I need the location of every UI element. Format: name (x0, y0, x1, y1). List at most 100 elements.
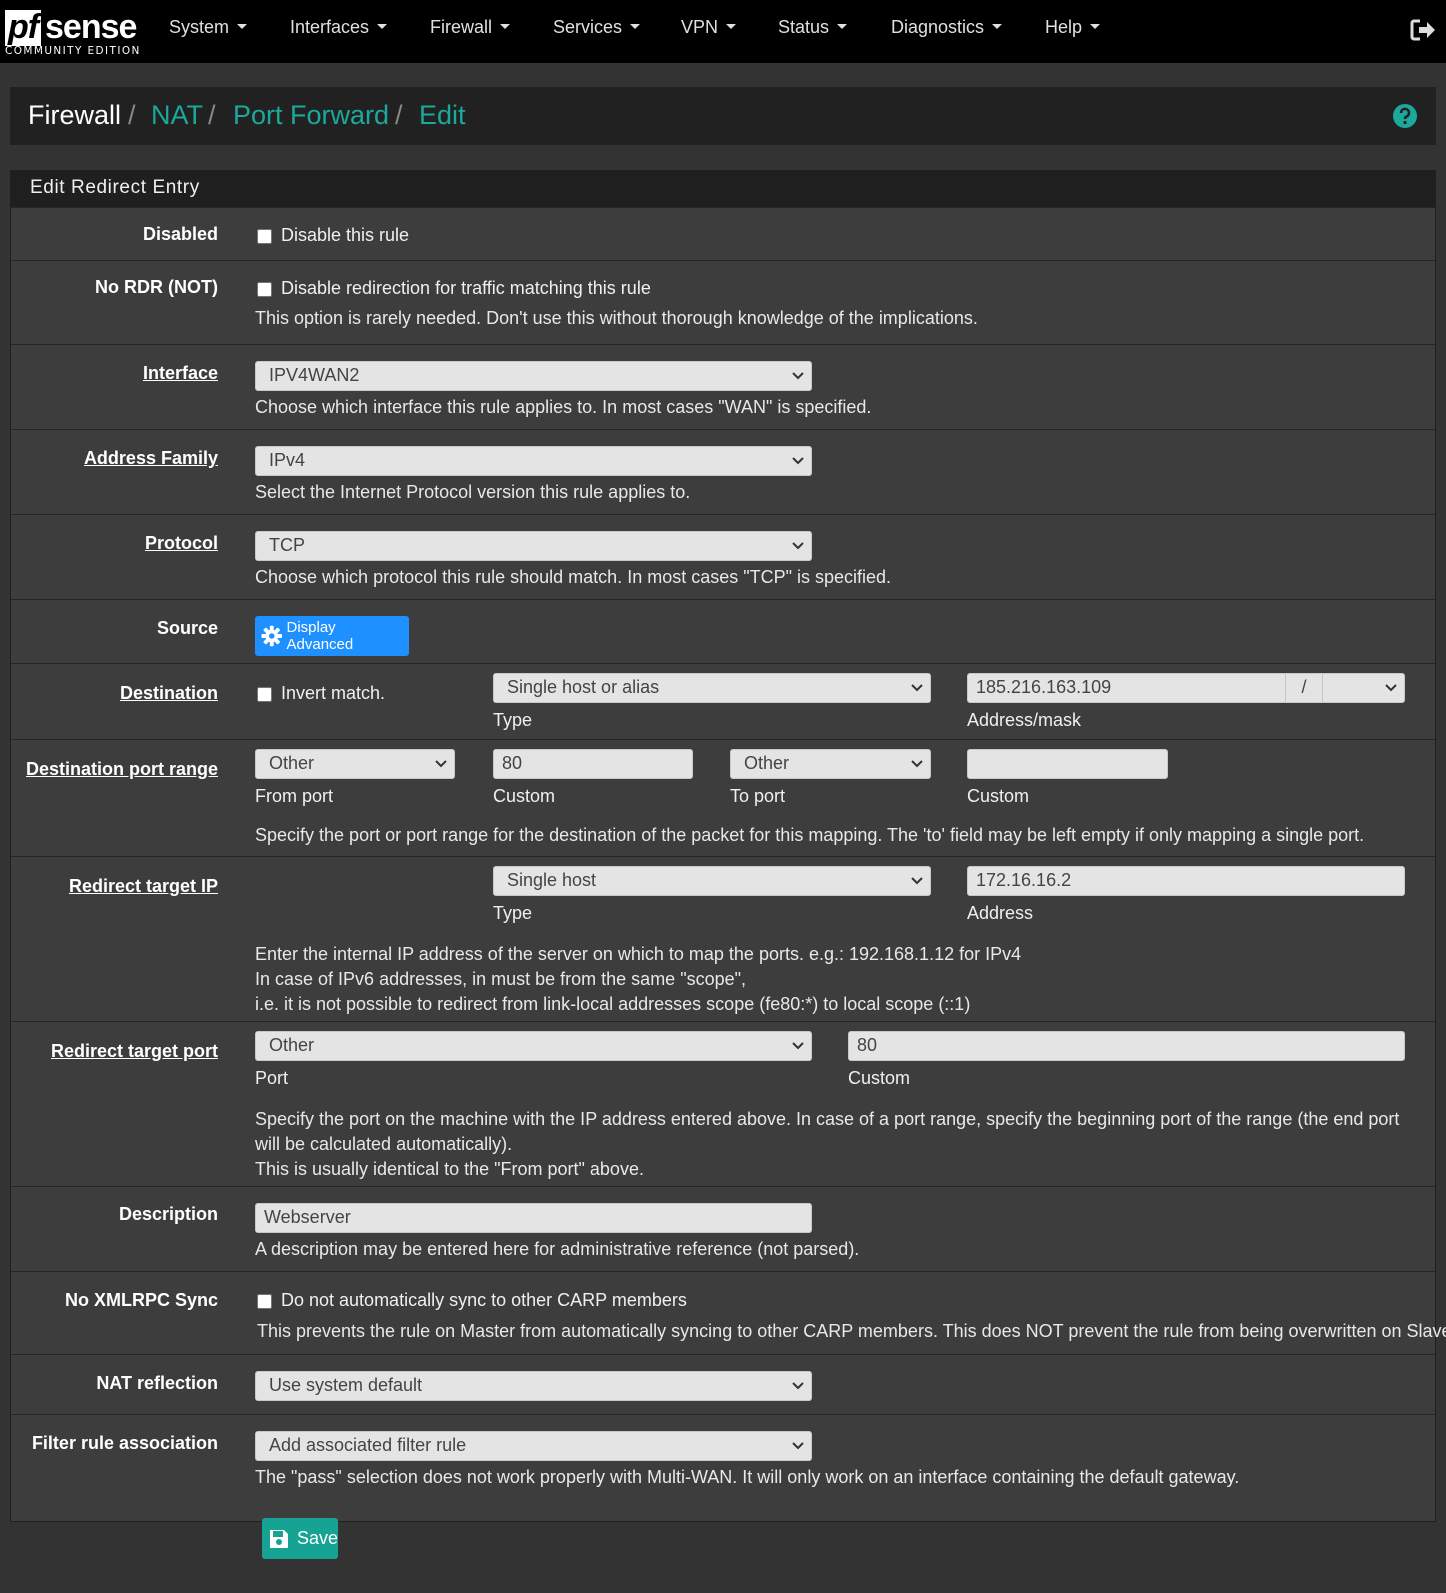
protocol-help: Choose which protocol this rule should m… (255, 567, 892, 587)
save-label: Save (296, 1528, 338, 1548)
sign-out-icon[interactable] (1410, 18, 1436, 42)
redirect-ip-help-3: i.e. it is not possible to redirect from… (255, 994, 971, 1014)
logo-pf: pf (5, 10, 42, 46)
label-disabled: Disabled (142, 224, 218, 244)
xmlrpc-help: This prevents the rule on Master from au… (257, 1321, 1446, 1341)
destination-mask-select[interactable] (1322, 673, 1405, 703)
to-port-custom-input[interactable] (967, 749, 1168, 779)
nav-status[interactable]: Status (778, 17, 848, 38)
disable-rule-checkbox[interactable] (257, 229, 272, 244)
nav-firewall[interactable]: Firewall (430, 17, 511, 38)
label-nordr: No RDR (NOT) (95, 277, 218, 297)
nav-services[interactable]: Services (553, 17, 641, 38)
redirect-address-value: 172.16.16.2 (976, 870, 1072, 890)
caret-down-icon (726, 23, 737, 29)
row-interface: Interface IPV4WAN2 Choose which interfac… (11, 344, 1435, 429)
chevron-down-icon (792, 1442, 804, 1450)
nav-label: Help (1045, 17, 1083, 37)
redirect-port-help-1: Specify the port on the machine with the… (255, 1109, 1400, 1154)
redirect-port-help-2: This is usually identical to the "From p… (255, 1159, 644, 1179)
nav-interfaces[interactable]: Interfaces (290, 17, 388, 38)
breadcrumb-separator: / (128, 100, 136, 130)
breadcrumb-port-forward[interactable]: Port Forward (233, 99, 389, 131)
top-navbar: pf sense COMMUNITY EDITION System Interf… (0, 0, 1446, 63)
label-nat-reflection: NAT reflection (96, 1373, 218, 1393)
filter-association-help: The "pass" selection does not work prope… (255, 1467, 1240, 1487)
chevron-down-icon (792, 1042, 804, 1050)
redirect-address-input[interactable]: 172.16.16.2 (967, 866, 1405, 896)
save-button[interactable]: Save (262, 1518, 338, 1559)
nav-label: System (169, 17, 230, 37)
label-redirect-target-ip[interactable]: Redirect target IP (69, 876, 218, 897)
nav-vpn[interactable]: VPN (681, 17, 737, 38)
protocol-select[interactable]: TCP (255, 531, 812, 561)
breadcrumb-edit[interactable]: Edit (419, 99, 466, 131)
address-mask-label: Address/mask (967, 710, 1082, 730)
nav-system[interactable]: System (169, 17, 248, 38)
nav-help[interactable]: Help (1045, 17, 1101, 38)
redirect-port-select[interactable]: Other (255, 1031, 812, 1061)
row-destination: Destination Invert match. Single host or… (11, 663, 1435, 739)
label-interface[interactable]: Interface (143, 363, 218, 384)
nat-reflection-value: Use system default (269, 1375, 423, 1395)
mask-separator: / (1285, 673, 1323, 703)
save-icon (269, 1529, 288, 1548)
to-port-label: To port (730, 786, 786, 806)
description-input[interactable]: Webserver (255, 1203, 812, 1233)
filter-association-select[interactable]: Add associated filter rule (255, 1431, 812, 1461)
mask-separator-text: / (1301, 677, 1307, 697)
row-disabled: Disabled Disable this rule (11, 207, 1435, 260)
caret-down-icon (500, 23, 511, 29)
row-redirect-target-ip: Redirect target IP Single host Type 172.… (11, 856, 1435, 1021)
redirect-type-value: Single host (507, 870, 597, 890)
label-destination[interactable]: Destination (120, 683, 218, 704)
pfsense-logo[interactable]: pf sense COMMUNITY EDITION (5, 4, 145, 60)
label-address-family[interactable]: Address Family (84, 448, 218, 469)
destination-type-value: Single host or alias (507, 677, 660, 697)
nat-reflection-select[interactable]: Use system default (255, 1371, 812, 1401)
label-destination-port-range[interactable]: Destination port range (26, 759, 218, 780)
nordr-help: This option is rarely needed. Don't use … (255, 308, 978, 328)
row-destination-port-range: Destination port range Other From port 8… (11, 739, 1435, 856)
invert-match-checkbox[interactable] (257, 687, 272, 702)
destination-type-label: Type (493, 710, 533, 730)
xmlrpc-checkbox[interactable] (257, 1294, 272, 1309)
redirect-type-select[interactable]: Single host (493, 866, 931, 896)
nav-label: VPN (681, 17, 719, 37)
display-advanced-button[interactable]: Display Advanced (255, 616, 409, 656)
nav-diagnostics[interactable]: Diagnostics (891, 17, 1003, 38)
dest-port-range-help: Specify the port or port range for the d… (255, 825, 1365, 845)
destination-type-select[interactable]: Single host or alias (493, 673, 931, 703)
label-protocol[interactable]: Protocol (145, 533, 218, 554)
breadcrumb-separator: / (208, 100, 216, 130)
breadcrumb-nat[interactable]: NAT (151, 99, 203, 131)
nordr-text: Disable redirection for traffic matching… (281, 278, 651, 298)
destination-address-input[interactable]: 185.216.163.109 (967, 673, 1286, 703)
row-filter-association: Filter rule association Add associated f… (11, 1414, 1435, 1501)
redirect-port-custom-input[interactable]: 80 (848, 1031, 1405, 1061)
invert-match-text: Invert match. (281, 683, 386, 703)
question-circle-icon[interactable] (1392, 103, 1418, 129)
address-family-value: IPv4 (269, 450, 306, 470)
chevron-down-icon (911, 877, 923, 885)
interface-select[interactable]: IPV4WAN2 (255, 361, 812, 391)
from-port-custom-input[interactable]: 80 (493, 749, 693, 779)
from-custom-label: Custom (493, 786, 556, 806)
address-family-select[interactable]: IPv4 (255, 446, 812, 476)
chevron-down-icon (792, 1382, 804, 1390)
row-xmlrpc: No XMLRPC Sync Do not automatically sync… (11, 1271, 1446, 1354)
label-xmlrpc: No XMLRPC Sync (64, 1290, 218, 1310)
chevron-down-icon (792, 542, 804, 550)
panel-title: Edit Redirect Entry (30, 177, 200, 198)
gear-icon (261, 625, 283, 647)
destination-address-value: 185.216.163.109 (976, 677, 1112, 697)
description-help: A description may be entered here for ad… (255, 1239, 860, 1259)
to-port-select[interactable]: Other (730, 749, 931, 779)
row-redirect-target-port: Redirect target port Other Port 80 Custo… (11, 1021, 1435, 1186)
from-port-select[interactable]: Other (255, 749, 455, 779)
nav-label: Services (553, 17, 623, 37)
redirect-port-label: Port (255, 1068, 289, 1088)
nordr-checkbox[interactable] (257, 282, 272, 297)
label-redirect-target-port[interactable]: Redirect target port (51, 1041, 218, 1062)
chevron-down-icon (792, 372, 804, 380)
